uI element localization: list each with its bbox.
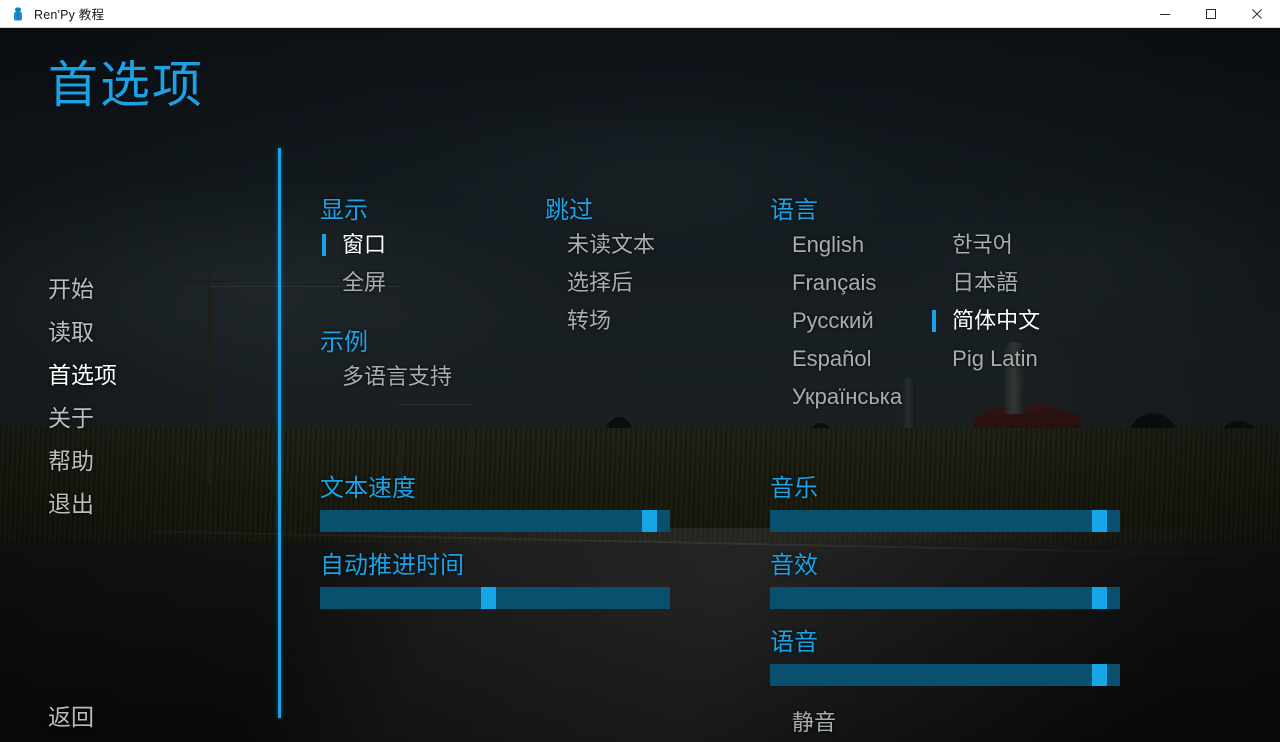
pref-group-language: 语言 English Français Русский Español Укра… [770, 196, 1040, 416]
renpy-app-icon [10, 6, 26, 22]
display-option-fullscreen[interactable]: 全屏 [320, 264, 386, 302]
slider-music-volume: 音乐 [770, 474, 1120, 532]
language-option-japanese[interactable]: 日本語 [930, 264, 1040, 302]
slider-sound-volume-label: 音效 [770, 552, 818, 579]
language-option-ukrainian[interactable]: Українська [770, 378, 902, 416]
language-columns: English Français Русский Español Українс… [770, 226, 1040, 416]
language-option-espanol[interactable]: Español [770, 340, 902, 378]
language-option-korean[interactable]: 한국어 [930, 226, 1040, 264]
navigation-menu: 开始 读取 首选项 关于 帮助 退出 [48, 268, 117, 526]
nav-item-quit[interactable]: 退出 [48, 483, 117, 526]
skip-option-transitions[interactable]: 转场 [545, 302, 655, 340]
slider-auto-forward-time-track[interactable] [320, 587, 670, 609]
nav-item-load[interactable]: 读取 [48, 311, 117, 354]
language-option-simplified-chinese[interactable]: 简体中文 [930, 302, 1040, 340]
minimize-icon[interactable] [1142, 0, 1188, 28]
maximize-icon[interactable] [1188, 0, 1234, 28]
window-title: Ren'Py 教程 [34, 8, 105, 22]
nav-item-return[interactable]: 返回 [48, 702, 94, 732]
skip-option-after-choices[interactable]: 选择后 [545, 264, 655, 302]
slider-sound-volume-track[interactable] [770, 587, 1120, 609]
slider-voice-volume-label: 语音 [770, 629, 818, 656]
language-column-secondary: 한국어 日本語 简体中文 Pig Latin [930, 226, 1040, 416]
window-titlebar: Ren'Py 教程 [0, 0, 1280, 28]
pref-group-language-label: 语言 [770, 197, 818, 224]
mute-all-row: 静音 [770, 706, 836, 740]
slider-auto-forward-time: 自动推进时间 [320, 551, 670, 609]
nav-item-start[interactable]: 开始 [48, 268, 117, 311]
pref-group-display: 显示 窗口 全屏 [320, 196, 386, 302]
example-option-multilanguage[interactable]: 多语言支持 [320, 358, 452, 396]
slider-text-speed-thumb[interactable] [641, 510, 657, 532]
slider-text-speed: 文本速度 [320, 474, 670, 532]
language-option-francais[interactable]: Français [770, 264, 902, 302]
renpy-game-window: Ren'Py 教程 首选项 开始 读取 首选项 关于 帮助 退出 返回 显示 窗… [0, 0, 1280, 742]
slider-music-volume-track[interactable] [770, 510, 1120, 532]
pref-group-example-label: 示例 [320, 329, 368, 356]
skip-option-unseen-text[interactable]: 未读文本 [545, 226, 655, 264]
language-option-russian[interactable]: Русский [770, 302, 902, 340]
pref-group-example: 示例 多语言支持 [320, 328, 452, 396]
slider-music-volume-thumb[interactable] [1091, 510, 1107, 532]
pref-group-display-label: 显示 [320, 197, 368, 224]
language-option-pig-latin[interactable]: Pig Latin [930, 340, 1040, 378]
language-option-english[interactable]: English [770, 226, 902, 264]
page-title: 首选项 [48, 57, 204, 113]
vertical-divider [278, 148, 281, 718]
slider-voice-volume-thumb[interactable] [1091, 664, 1107, 686]
close-icon[interactable] [1234, 0, 1280, 28]
slider-text-speed-label: 文本速度 [320, 475, 416, 502]
slider-sound-volume-thumb[interactable] [1091, 587, 1107, 609]
window-controls [1142, 0, 1280, 28]
slider-auto-forward-time-label: 自动推进时间 [320, 552, 464, 579]
nav-item-about[interactable]: 关于 [48, 397, 117, 440]
nav-item-preferences[interactable]: 首选项 [48, 354, 117, 397]
slider-sound-volume: 音效 [770, 551, 1120, 609]
slider-auto-forward-time-thumb[interactable] [480, 587, 496, 609]
nav-item-help[interactable]: 帮助 [48, 440, 117, 483]
slider-music-volume-label: 音乐 [770, 475, 818, 502]
slider-voice-volume-track[interactable] [770, 664, 1120, 686]
language-column-primary: English Français Русский Español Українс… [770, 226, 902, 416]
display-option-window[interactable]: 窗口 [320, 226, 386, 264]
pref-group-skip-label: 跳过 [545, 197, 593, 224]
game-screen: 首选项 开始 读取 首选项 关于 帮助 退出 返回 显示 窗口 全屏 示例 多语… [0, 28, 1280, 742]
slider-text-speed-track[interactable] [320, 510, 670, 532]
pref-group-skip: 跳过 未读文本 选择后 转场 [545, 196, 655, 340]
mute-all-checkbox[interactable]: 静音 [770, 706, 836, 740]
slider-voice-volume: 语音 [770, 628, 1120, 686]
